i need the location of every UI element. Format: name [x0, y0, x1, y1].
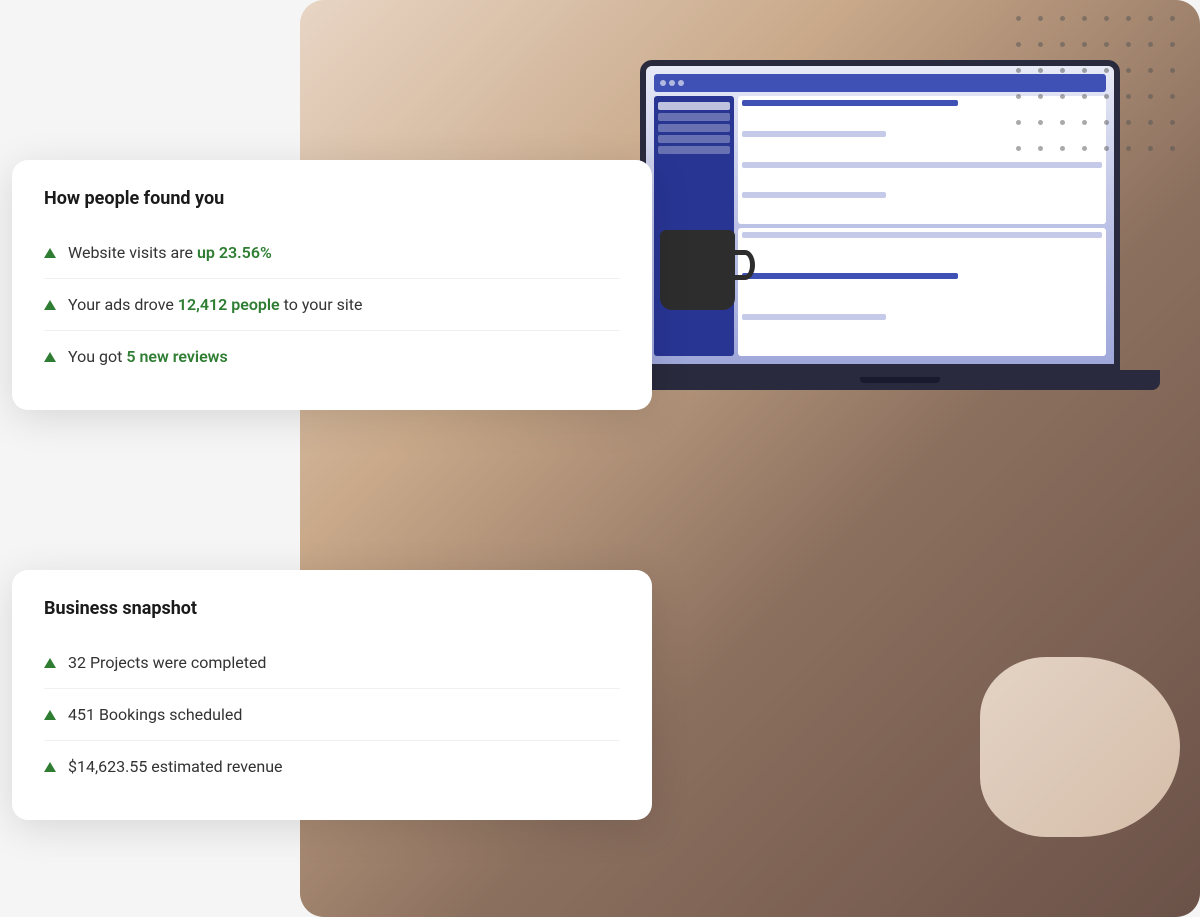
- stat-projects: 32 Projects were completed: [44, 637, 620, 689]
- stat-bookings-text: 451 Bookings scheduled: [68, 705, 242, 724]
- stat-revenue: $14,623.55 estimated revenue: [44, 741, 620, 792]
- hand: [980, 657, 1180, 837]
- up-arrow-icon: [44, 762, 56, 772]
- dot-pattern: [1000, 0, 1200, 180]
- stat-website-visits: Website visits are up 23.56%: [44, 227, 620, 279]
- scene: How people found you Website visits are …: [0, 0, 1200, 917]
- stat-ads-drove-text: Your ads drove 12,412 people to your sit…: [68, 295, 362, 314]
- up-arrow-icon: [44, 710, 56, 720]
- stat-revenue-text: $14,623.55 estimated revenue: [68, 757, 283, 776]
- ads-drove-highlight: 12,412 people: [178, 295, 280, 314]
- stat-new-reviews: You got 5 new reviews: [44, 331, 620, 382]
- stat-new-reviews-text: You got 5 new reviews: [68, 347, 228, 366]
- website-visits-highlight: up 23.56%: [197, 243, 272, 262]
- card-how-people-found-you: How people found you Website visits are …: [12, 160, 652, 410]
- new-reviews-highlight: 5 new reviews: [126, 347, 227, 366]
- stat-website-visits-text: Website visits are up 23.56%: [68, 243, 272, 262]
- card-business-snapshot: Business snapshot 32 Projects were compl…: [12, 570, 652, 820]
- up-arrow-icon: [44, 300, 56, 310]
- card-top-title: How people found you: [44, 188, 620, 209]
- stat-projects-text: 32 Projects were completed: [68, 653, 266, 672]
- up-arrow-icon: [44, 248, 56, 258]
- stat-ads-drove: Your ads drove 12,412 people to your sit…: [44, 279, 620, 331]
- up-arrow-icon: [44, 658, 56, 668]
- up-arrow-icon: [44, 352, 56, 362]
- coffee-cup: [660, 230, 740, 325]
- card-bottom-title: Business snapshot: [44, 598, 620, 619]
- stat-bookings: 451 Bookings scheduled: [44, 689, 620, 741]
